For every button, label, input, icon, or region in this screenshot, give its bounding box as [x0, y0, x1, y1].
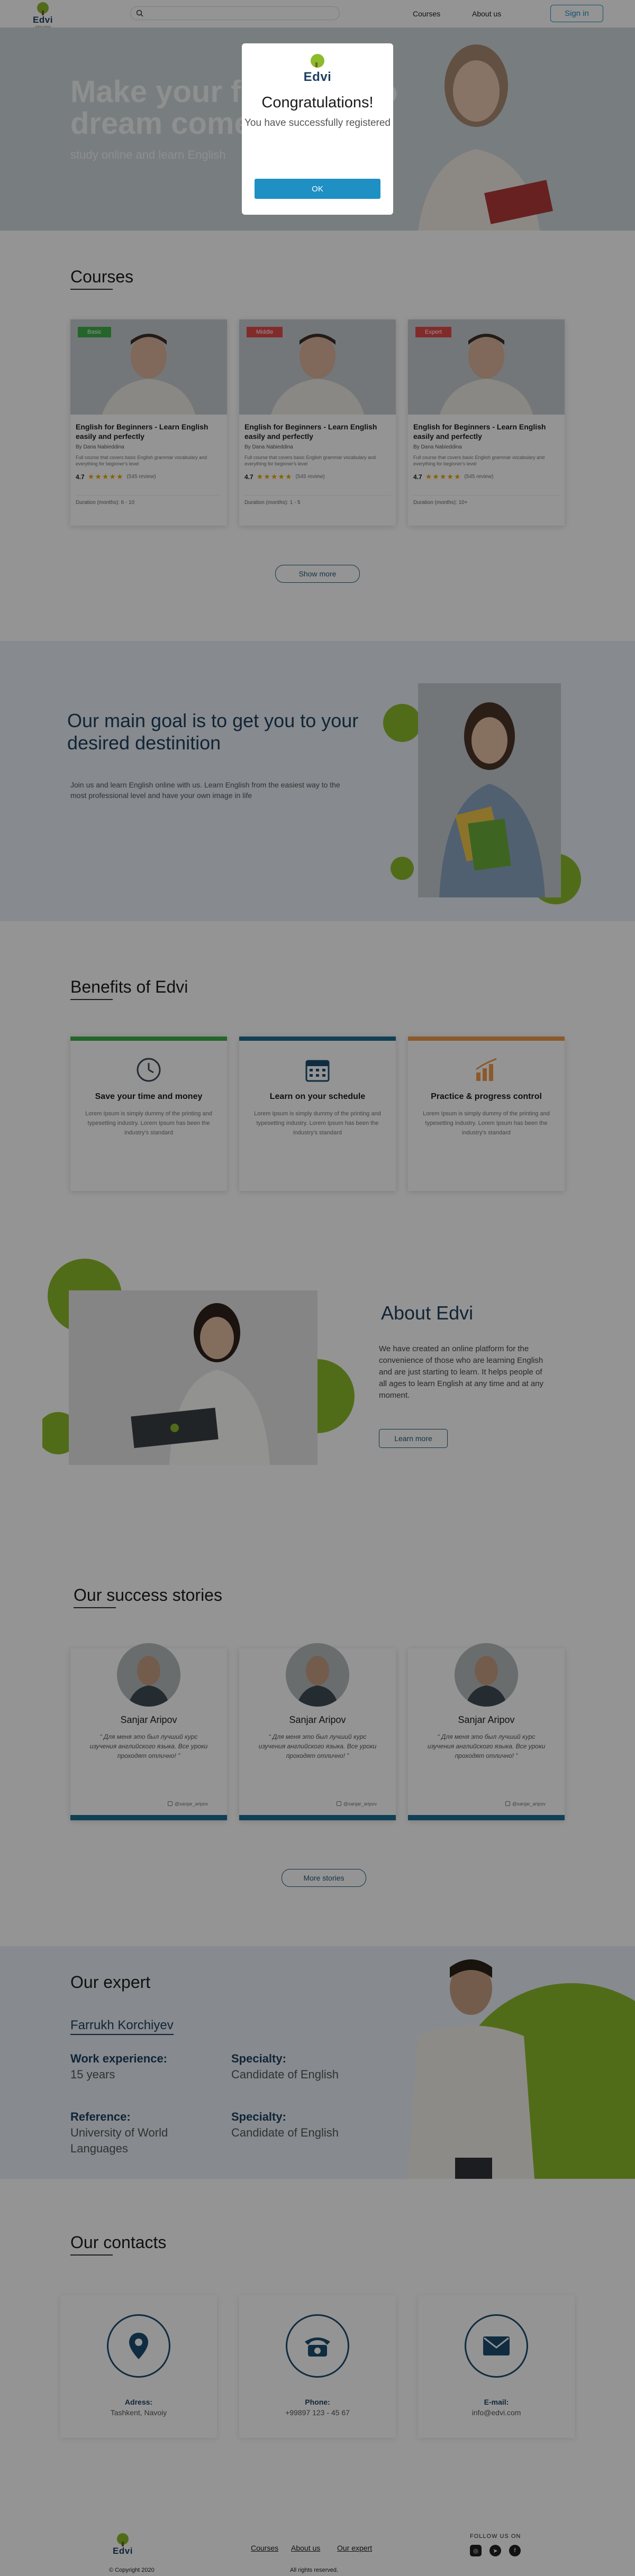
modal-message: You have successfully registered [244, 117, 391, 129]
modal-backdrop[interactable] [0, 0, 635, 2576]
tree-icon [311, 54, 324, 68]
modal-logo-text: Edvi [303, 70, 332, 84]
modal-logo: Edvi [242, 54, 393, 85]
success-modal: Edvi Congratulations! You have successfu… [242, 43, 393, 215]
ok-button[interactable]: OK [255, 179, 380, 199]
modal-title: Congratulations! [261, 94, 374, 111]
